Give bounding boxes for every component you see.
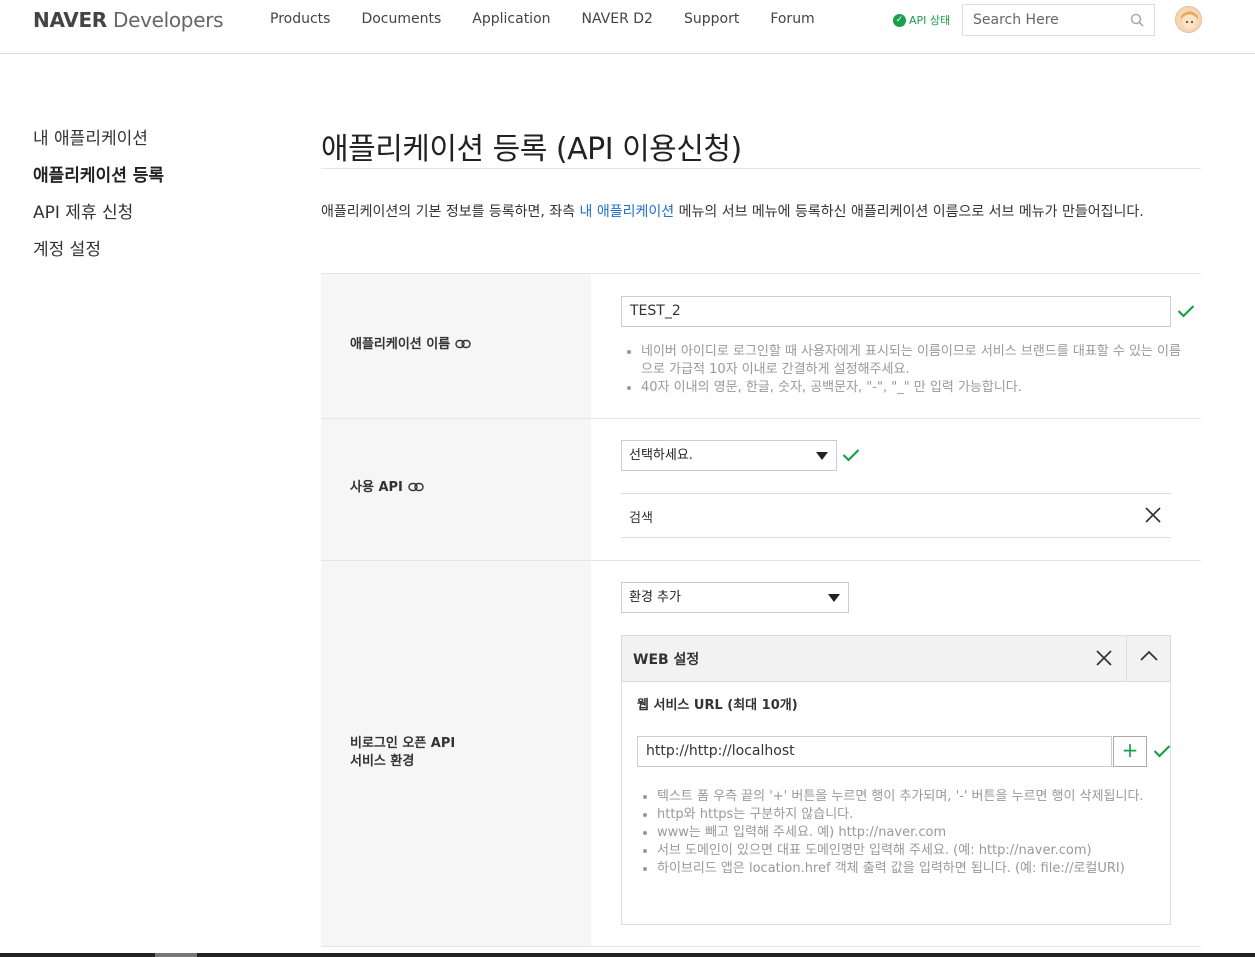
valid-check-icon bbox=[842, 449, 860, 462]
header-divider bbox=[1126, 636, 1127, 682]
valid-check-icon bbox=[1177, 305, 1195, 318]
selected-api-name: 검색 bbox=[629, 511, 653, 526]
user-avatar[interactable] bbox=[1175, 6, 1202, 33]
title-divider bbox=[321, 168, 1201, 169]
web-service-url-input[interactable]: http://http://localhost bbox=[637, 736, 1112, 767]
help-item: 텍스트 폼 우측 끝의 '+' 버튼을 누르면 행이 추가되며, '-' 버튼을… bbox=[657, 788, 1149, 806]
help-item: 네이버 아이디로 로그인할 때 사용자에게 표시되는 이름이므로 서비스 브랜드… bbox=[641, 343, 1183, 379]
api-status-label: API 상태 bbox=[909, 14, 951, 27]
nav-naver-d2[interactable]: NAVER D2 bbox=[582, 11, 653, 27]
logo-sub: Developers bbox=[112, 8, 224, 32]
api-select[interactable]: 선택하세요. bbox=[621, 440, 837, 471]
link-icon[interactable] bbox=[455, 338, 471, 350]
help-item: www는 빼고 입력해 주세요. 예) http://naver.com bbox=[657, 824, 1149, 842]
desc-text-after: 메뉴의 서브 메뉴에 등록하신 애플리케이션 이름으로 서브 메뉴가 만들어집니… bbox=[674, 204, 1144, 220]
web-settings-panel: WEB 설정 웹 서비스 URL (최대 10개) http://http://… bbox=[621, 635, 1171, 925]
search-icon[interactable] bbox=[1130, 13, 1144, 27]
valid-check-icon bbox=[1153, 745, 1171, 758]
app-name-row: 애플리케이션 이름 TEST_2 네이버 아이디로 로그인할 때 사용자에게 표… bbox=[321, 274, 1201, 419]
main-nav: Products Documents Application NAVER D2 … bbox=[270, 11, 846, 27]
app-name-label-text: 애플리케이션 이름 bbox=[350, 337, 451, 352]
selected-api-item: 검색 bbox=[621, 493, 1171, 538]
top-header: NAVER Developers Products Documents Appl… bbox=[0, 0, 1255, 54]
sidebar: 내 애플리케이션 애플리케이션 등록 API 제휴 신청 계정 설정 bbox=[33, 128, 164, 276]
web-settings-title: WEB 설정 bbox=[633, 652, 700, 668]
app-name-input[interactable]: TEST_2 bbox=[621, 296, 1171, 327]
env-add-select-value: 환경 추가 bbox=[629, 590, 681, 605]
sidebar-item-register-application[interactable]: 애플리케이션 등록 bbox=[33, 165, 164, 202]
chevron-up-icon[interactable] bbox=[1140, 650, 1158, 662]
nav-products[interactable]: Products bbox=[270, 11, 330, 27]
link-icon[interactable] bbox=[408, 481, 424, 493]
scrollbar-thumb[interactable] bbox=[155, 953, 197, 957]
help-item: 40자 이내의 영문, 한글, 숫자, 공백문자, "-", "_" 만 입력 … bbox=[641, 379, 1183, 397]
logo-brand: NAVER bbox=[33, 8, 107, 32]
api-status-link[interactable]: ✓ API 상태 bbox=[893, 12, 950, 28]
app-name-help: 네이버 아이디로 로그인할 때 사용자에게 표시되는 이름이므로 서비스 브랜드… bbox=[623, 343, 1183, 397]
service-env-label: 비로그인 오픈 API 서비스 환경 bbox=[350, 735, 455, 771]
used-api-label-text: 사용 API bbox=[350, 480, 403, 495]
app-name-label: 애플리케이션 이름 bbox=[350, 336, 471, 354]
help-item: 서브 도메인이 있으면 대표 도메인명만 입력해 주세요. (예: http:/… bbox=[657, 842, 1149, 860]
close-icon[interactable] bbox=[1096, 650, 1112, 666]
search-input[interactable] bbox=[973, 12, 1123, 28]
page-title: 애플리케이션 등록 (API 이용신청) bbox=[321, 132, 742, 167]
desc-text-before: 애플리케이션의 기본 정보를 등록하면, 좌측 bbox=[321, 204, 580, 220]
nav-support[interactable]: Support bbox=[684, 11, 739, 27]
service-env-label-line1: 비로그인 오픈 API bbox=[350, 736, 456, 751]
help-item: 하이브리드 앱은 location.href 객체 출력 값을 입력하면 됩니다… bbox=[657, 860, 1149, 878]
web-service-url-title: 웹 서비스 URL (최대 10개) bbox=[637, 698, 798, 713]
naver-developers-logo[interactable]: NAVER Developers bbox=[33, 8, 224, 32]
nav-documents[interactable]: Documents bbox=[361, 11, 441, 27]
sidebar-item-api-partnership[interactable]: API 제휴 신청 bbox=[33, 202, 164, 239]
env-add-select[interactable]: 환경 추가 bbox=[621, 582, 849, 613]
api-select-value: 선택하세요. bbox=[629, 448, 693, 463]
web-settings-header: WEB 설정 bbox=[622, 636, 1170, 682]
nav-application[interactable]: Application bbox=[472, 11, 550, 27]
check-circle-icon: ✓ bbox=[893, 13, 906, 27]
used-api-row: 사용 API 선택하세요. 검색 bbox=[321, 419, 1201, 561]
service-env-row: 비로그인 오픈 API 서비스 환경 환경 추가 WEB 설정 웹 서비스 UR… bbox=[321, 561, 1201, 947]
avatar-face-icon bbox=[1181, 11, 1198, 29]
dropdown-caret-icon bbox=[828, 594, 840, 602]
service-env-label-line2: 서비스 환경 bbox=[350, 754, 415, 769]
help-item: http와 https는 구분하지 않습니다. bbox=[657, 806, 1149, 824]
web-url-help: 텍스트 폼 우측 끝의 '+' 버튼을 누르면 행이 추가되며, '-' 버튼을… bbox=[639, 788, 1149, 878]
used-api-label: 사용 API bbox=[350, 479, 424, 497]
sidebar-item-my-applications[interactable]: 내 애플리케이션 bbox=[33, 128, 164, 165]
search-box bbox=[962, 4, 1155, 36]
nav-forum[interactable]: Forum bbox=[770, 11, 814, 27]
sidebar-item-account-settings[interactable]: 계정 설정 bbox=[33, 239, 164, 276]
add-url-button[interactable]: + bbox=[1113, 736, 1147, 767]
my-applications-link[interactable]: 내 애플리케이션 bbox=[580, 204, 675, 220]
page-description: 애플리케이션의 기본 정보를 등록하면, 좌측 내 애플리케이션 메뉴의 서브 … bbox=[321, 198, 1201, 226]
dropdown-caret-icon bbox=[816, 452, 828, 460]
registration-form: 애플리케이션 이름 TEST_2 네이버 아이디로 로그인할 때 사용자에게 표… bbox=[321, 273, 1201, 947]
close-icon[interactable] bbox=[1145, 507, 1161, 523]
